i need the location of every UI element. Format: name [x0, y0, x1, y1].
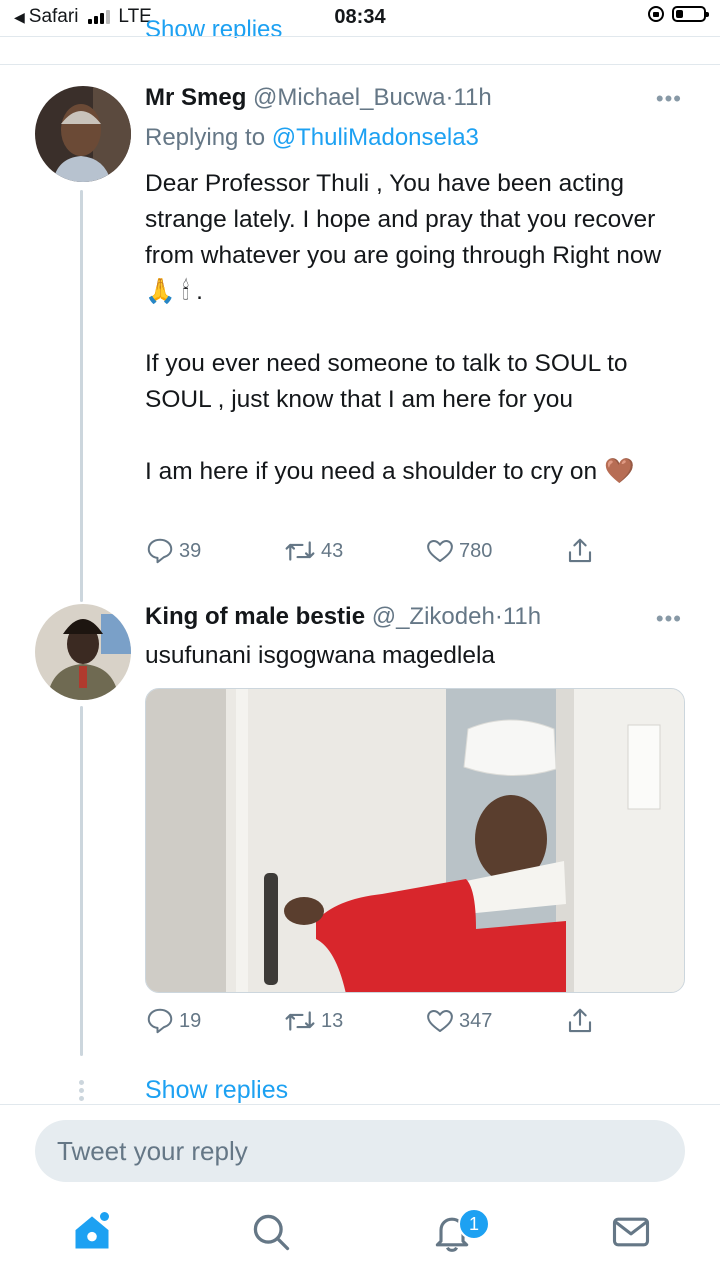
- tweet-paragraph: usufunani isgogwana magedlela: [145, 642, 496, 669]
- home-new-indicator: [100, 1212, 109, 1221]
- reply-button[interactable]: 39: [145, 536, 201, 566]
- share-icon: [568, 538, 592, 563]
- reply-icon: [147, 1008, 173, 1034]
- author-name[interactable]: Mr Smeg: [145, 84, 246, 111]
- reply-composer[interactable]: [35, 1120, 685, 1182]
- like-button[interactable]: 347: [425, 1006, 492, 1036]
- author-handle[interactable]: @Michael_Bucwa: [253, 84, 445, 111]
- retweet-icon: [285, 1011, 315, 1031]
- tweet-paragraph: I am here if you need a shoulder to cry …: [145, 458, 635, 485]
- divider: [0, 36, 720, 37]
- retweet-count: 43: [321, 539, 344, 562]
- tweet-media-image[interactable]: [145, 688, 685, 993]
- show-replies-partial[interactable]: Show replies: [145, 18, 282, 38]
- reply-count: 19: [179, 1009, 202, 1032]
- share-icon: [568, 1008, 592, 1033]
- tweet-text: usufunani isgogwana magedlela: [145, 638, 685, 674]
- show-replies-link[interactable]: Show replies: [145, 1076, 288, 1105]
- retweet-count: 13: [321, 1009, 344, 1032]
- status-bar: ◀ Safari LTE 08:34: [0, 0, 720, 36]
- reply-button[interactable]: 19: [145, 1006, 201, 1036]
- mention-link[interactable]: @ThuliMadonsela3: [272, 124, 479, 151]
- share-button[interactable]: [565, 1006, 595, 1036]
- tweet-paragraph: Dear Professor Thuli , You have been act…: [145, 170, 662, 305]
- tweet-time: 11h: [453, 84, 492, 111]
- tweet-header: Mr Smeg @Michael_Bucwa·11h: [145, 84, 492, 112]
- replying-to: Replying to @ThuliMadonsela3: [145, 124, 479, 152]
- more-options-icon[interactable]: •••: [656, 86, 682, 112]
- tweet-paragraph: If you ever need someone to talk to SOUL…: [145, 350, 628, 413]
- tweet-text: Dear Professor Thuli , You have been act…: [145, 166, 685, 490]
- heart-icon: [427, 540, 453, 562]
- author-handle[interactable]: @_Zikodeh: [372, 603, 495, 630]
- thread-line: [80, 190, 83, 602]
- avatar[interactable]: [35, 604, 131, 700]
- heart-icon: [427, 1010, 453, 1032]
- thread-dots: [79, 1080, 85, 1104]
- divider: [0, 64, 720, 65]
- share-button[interactable]: [565, 536, 595, 566]
- messages-icon[interactable]: [609, 1210, 653, 1254]
- search-icon[interactable]: [249, 1210, 293, 1254]
- notifications-badge: 1: [458, 1208, 490, 1240]
- tweet-actions: 19 13 347: [145, 1006, 605, 1038]
- retweet-icon: [285, 541, 315, 561]
- rotation-lock-icon: [648, 6, 664, 22]
- tweet-actions: 39 43 780: [145, 536, 605, 568]
- reply-icon: [147, 538, 173, 564]
- tweet-time: 11h: [502, 603, 542, 630]
- separator-dot: ·: [494, 603, 503, 630]
- reply-count: 39: [179, 539, 202, 562]
- battery-icon: [672, 6, 709, 22]
- author-name[interactable]: King of male bestie: [145, 603, 365, 630]
- tweet-header: King of male bestie @_Zikodeh·11h: [145, 603, 541, 631]
- divider: [0, 1104, 720, 1105]
- replying-to-label: Replying to: [145, 124, 266, 151]
- bottom-tab-bar: [0, 1196, 720, 1280]
- retweet-button[interactable]: 13: [283, 1006, 343, 1036]
- like-count: 780: [459, 539, 493, 562]
- retweet-button[interactable]: 43: [283, 536, 343, 566]
- reply-input[interactable]: [35, 1120, 679, 1182]
- more-options-icon[interactable]: •••: [656, 606, 682, 632]
- avatar[interactable]: [35, 86, 131, 182]
- status-time: 08:34: [334, 6, 386, 28]
- thread-line: [80, 706, 83, 1056]
- like-count: 347: [459, 1009, 493, 1032]
- like-button[interactable]: 780: [425, 536, 492, 566]
